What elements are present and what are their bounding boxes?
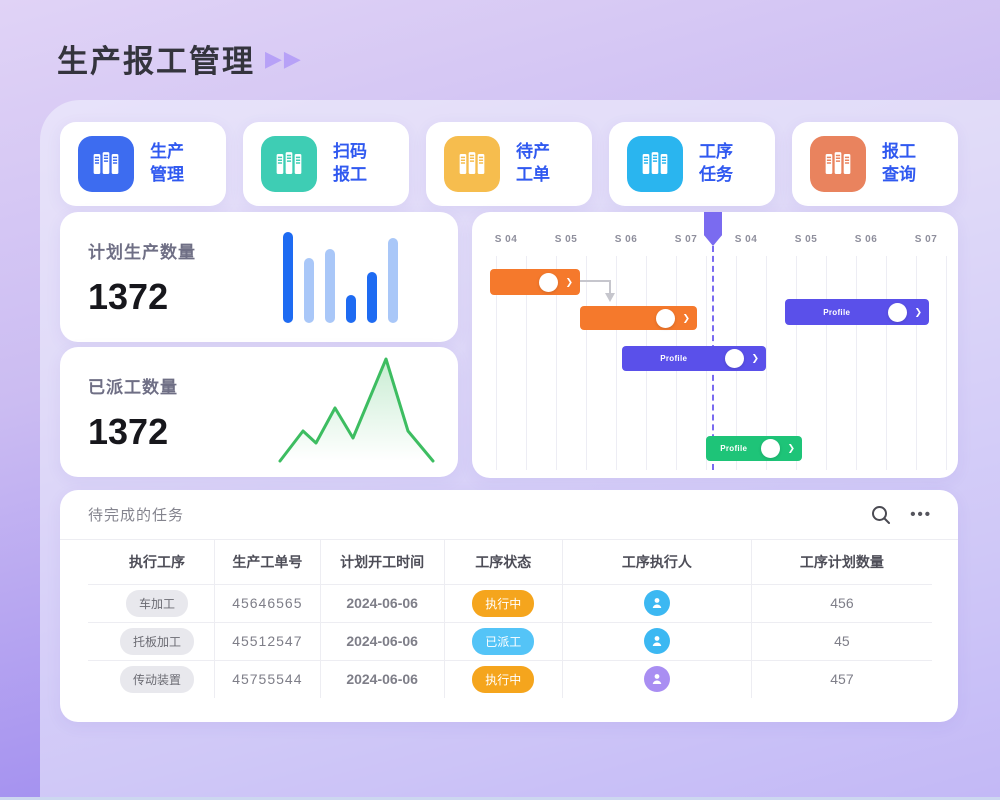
start-date: 2024-06-06: [320, 622, 444, 660]
tasks-title: 待完成的任务: [88, 504, 184, 525]
nav-button-scan-report[interactable]: 扫码报工: [243, 122, 409, 206]
stat-value: 1372: [88, 276, 168, 318]
arrow-right-icon: ▶: [265, 48, 282, 70]
page-header: 生产报工管理 ▶ ▶: [57, 36, 301, 81]
gantt-dependency-arrow: [578, 272, 622, 308]
executor-avatar[interactable]: [644, 666, 670, 692]
tasks-card-header: 待完成的任务 •••: [60, 490, 958, 540]
column-header: 工序状态: [444, 540, 562, 584]
nav-button-production-management[interactable]: 生产管理: [60, 122, 226, 206]
status-badge: 已派工: [472, 628, 534, 655]
stat-label: 已派工数量: [88, 373, 178, 398]
column-header: 执行工序: [88, 540, 215, 584]
gantt-bar-handle[interactable]: [888, 303, 907, 322]
chevron-right-icon: ❯: [914, 307, 922, 318]
status-badge: 执行中: [472, 590, 534, 617]
order-number: 45646565: [215, 584, 321, 622]
order-number: 45755544: [215, 660, 321, 698]
more-options-icon[interactable]: •••: [910, 506, 932, 523]
nav-button-pending-orders[interactable]: 待产工单: [426, 122, 592, 206]
column-header: 工序计划数量: [751, 540, 932, 584]
mini-bar-chart: [283, 231, 413, 323]
bar: [304, 258, 314, 323]
search-icon[interactable]: [870, 504, 892, 526]
page-title: 生产报工管理: [57, 36, 255, 81]
gantt-bar-handle[interactable]: [761, 439, 780, 458]
timeline-tick: S 04: [716, 234, 776, 245]
gantt-bar-handle[interactable]: [725, 349, 744, 368]
table-row[interactable]: 传动装置 45755544 2024-06-06 执行中 457: [88, 660, 932, 698]
gantt-bar-label: Profile: [823, 308, 850, 317]
chevron-right-icon: ❯: [787, 443, 795, 454]
gantt-task-bar[interactable]: Profile ❯: [706, 436, 802, 461]
gantt-bar-handle[interactable]: [656, 309, 675, 328]
table-row[interactable]: 托板加工 45512547 2024-06-06 已派工 45: [88, 622, 932, 660]
planned-qty: 457: [751, 660, 932, 698]
timeline-tick: S 06: [836, 234, 896, 245]
title-arrows-icon: ▶ ▶: [265, 48, 301, 70]
process-badge: 传动装置: [120, 666, 194, 693]
tasks-table: 执行工序 生产工单号 计划开工时间 工序状态 工序执行人 工序计划数量 车加工 …: [88, 540, 932, 698]
timeline-tick: S 05: [536, 234, 596, 245]
nav-label: 待产工单: [516, 141, 550, 187]
executor-avatar[interactable]: [644, 590, 670, 616]
books-icon: [261, 136, 317, 192]
timeline-tick: S 07: [896, 234, 956, 245]
gantt-bar-handle[interactable]: [539, 273, 558, 292]
nav-label: 工序任务: [699, 141, 733, 187]
chevron-right-icon: ❯: [682, 313, 690, 324]
nav-label: 生产管理: [150, 141, 184, 187]
table-row[interactable]: 车加工 45646565 2024-06-06 执行中 456: [88, 584, 932, 622]
books-icon: [78, 136, 134, 192]
bar: [346, 295, 356, 323]
books-icon: [627, 136, 683, 192]
gantt-bar-label: Profile: [720, 444, 747, 453]
executor-avatar[interactable]: [644, 628, 670, 654]
nav-row: 生产管理 扫码报工 待产工单 工序任务 报工查询: [60, 122, 958, 206]
books-icon: [810, 136, 866, 192]
timeline-tick: S 06: [596, 234, 656, 245]
pending-tasks-card: 待完成的任务 ••• 执行工序 生产工单号 计划开工时间 工序状态: [60, 490, 958, 722]
dispatched-quantity-card: 已派工数量 1372: [60, 347, 458, 477]
gantt-chart-card: S 04 S 05 S 06 S 07 S 04 S 05 S 06 S 07 …: [472, 212, 958, 478]
bar: [325, 249, 335, 323]
nav-button-process-tasks[interactable]: 工序任务: [609, 122, 775, 206]
timeline-tick: S 05: [776, 234, 836, 245]
start-date: 2024-06-06: [320, 584, 444, 622]
process-badge: 车加工: [126, 590, 188, 617]
gantt-task-bar[interactable]: Profile ❯: [785, 299, 929, 325]
nav-label: 报工查询: [882, 141, 916, 187]
chevron-right-icon: ❯: [751, 353, 759, 364]
nav-label: 扫码报工: [333, 141, 367, 187]
chevron-right-icon: ❯: [565, 277, 573, 288]
books-icon: [444, 136, 500, 192]
arrow-right-icon: ▶: [284, 48, 301, 70]
table-header-row: 执行工序 生产工单号 计划开工时间 工序状态 工序执行人 工序计划数量: [88, 540, 932, 584]
bar: [388, 238, 398, 323]
gantt-task-bar[interactable]: Profile ❯: [622, 346, 766, 371]
column-header: 生产工单号: [215, 540, 321, 584]
planned-qty: 45: [751, 622, 932, 660]
bar: [367, 272, 377, 323]
status-badge: 执行中: [472, 666, 534, 693]
planned-qty: 456: [751, 584, 932, 622]
bar: [283, 232, 293, 323]
timeline-tick: S 04: [476, 234, 536, 245]
gantt-task-bar[interactable]: ❯: [580, 306, 697, 330]
stat-label: 计划生产数量: [88, 238, 196, 263]
gantt-task-bar[interactable]: ❯: [490, 269, 580, 295]
process-badge: 托板加工: [120, 628, 194, 655]
gantt-bar-label: Profile: [660, 354, 687, 363]
main-panel: 生产管理 扫码报工 待产工单 工序任务 报工查询: [40, 100, 1000, 800]
order-number: 45512547: [215, 622, 321, 660]
start-date: 2024-06-06: [320, 660, 444, 698]
planned-quantity-card: 计划生产数量 1372: [60, 212, 458, 342]
nav-button-report-query[interactable]: 报工查询: [792, 122, 958, 206]
mini-line-chart: [274, 349, 438, 467]
column-header: 工序执行人: [562, 540, 751, 584]
stat-value: 1372: [88, 411, 168, 453]
column-header: 计划开工时间: [320, 540, 444, 584]
